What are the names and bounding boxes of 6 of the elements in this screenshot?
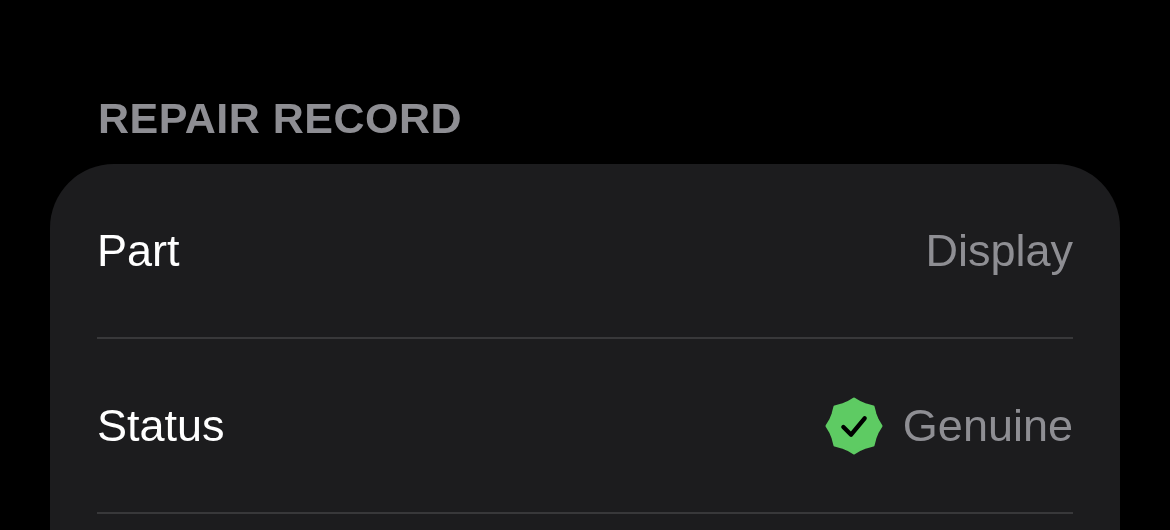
row-label: Part bbox=[97, 223, 180, 278]
verified-badge-icon bbox=[824, 396, 883, 455]
row-value: Genuine bbox=[902, 398, 1073, 453]
row-label: Status bbox=[97, 398, 225, 453]
row-value: Display bbox=[925, 223, 1073, 278]
section-title: REPAIR RECORD bbox=[98, 93, 464, 144]
